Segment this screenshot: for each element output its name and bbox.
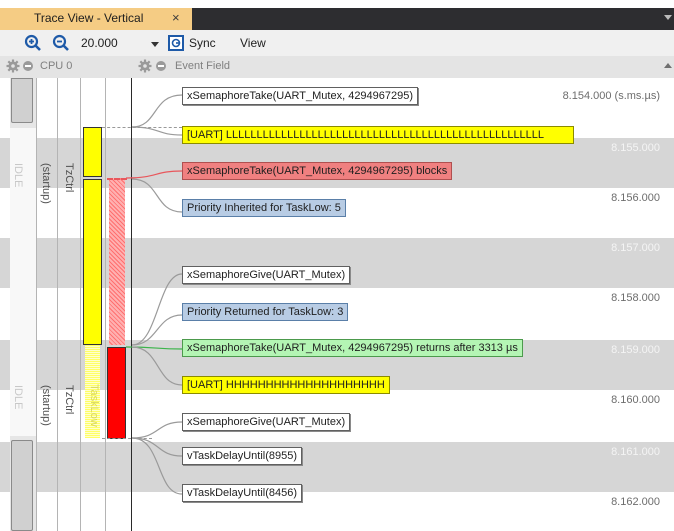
time-label: 8.161.000 bbox=[611, 446, 660, 458]
view-menu[interactable]: View bbox=[240, 36, 266, 50]
time-label: 8.154.000 (s.ms.µs) bbox=[562, 90, 660, 102]
time-label: 8.155.000 bbox=[611, 142, 660, 154]
collapse-icon[interactable] bbox=[156, 61, 166, 71]
tab-overflow-icon[interactable] bbox=[664, 15, 672, 20]
time-label: 8.162.000 bbox=[611, 496, 660, 508]
event-label[interactable]: xSemaphoreTake(UART_Mutex, 4294967295) r… bbox=[182, 339, 523, 357]
tab-trace-view-vertical[interactable]: Trace View - Vertical × bbox=[0, 8, 192, 30]
event-field-column-label: Event Field bbox=[175, 60, 231, 72]
gear-icon[interactable] bbox=[138, 59, 152, 73]
close-icon[interactable]: × bbox=[172, 10, 180, 25]
time-label: 8.160.000 bbox=[611, 394, 660, 406]
event-label[interactable]: xSemaphoreTake(UART_Mutex, 4294967295) bbox=[182, 87, 419, 105]
dropdown-arrow-icon[interactable] bbox=[151, 42, 159, 47]
zoom-out-icon[interactable] bbox=[52, 34, 70, 52]
event-label[interactable]: Priority Returned for TaskLow: 3 bbox=[182, 303, 349, 321]
event-label[interactable]: Priority Inherited for TaskLow: 5 bbox=[182, 199, 346, 217]
sync-button[interactable]: Sync bbox=[189, 36, 216, 50]
time-label: 8.156.000 bbox=[611, 192, 660, 204]
toolbar: 20.000 Sync View bbox=[0, 30, 674, 57]
event-label[interactable]: xSemaphoreGive(UART_Mutex) bbox=[182, 413, 351, 431]
time-label: 8.159.000 bbox=[611, 344, 660, 356]
scroll-up-icon[interactable] bbox=[664, 63, 672, 68]
document-tab-strip: Trace View - Vertical × bbox=[0, 0, 674, 30]
event-label[interactable]: vTaskDelayUntil(8955) bbox=[182, 447, 303, 465]
gear-icon[interactable] bbox=[6, 59, 20, 73]
zoom-in-icon[interactable] bbox=[24, 34, 42, 52]
tab-strip-background bbox=[192, 8, 674, 30]
time-label: 8.158.000 bbox=[611, 292, 660, 304]
event-label[interactable]: xSemaphoreGive(UART_Mutex) bbox=[182, 266, 351, 284]
tab-title: Trace View - Vertical bbox=[34, 11, 144, 25]
time-label: 8.157.000 bbox=[611, 242, 660, 254]
event-label[interactable]: xSemaphoreTake(UART_Mutex, 4294967295) b… bbox=[182, 162, 453, 180]
collapse-icon[interactable] bbox=[23, 61, 33, 71]
event-label[interactable]: [UART] HHHHHHHHHHHHHHHHHHHH bbox=[182, 376, 390, 394]
zoom-level-field[interactable]: 20.000 bbox=[81, 36, 118, 50]
event-label[interactable]: [UART] LLLLLLLLLLLLLLLLLLLLLLLLLLLLLLLLL… bbox=[182, 126, 574, 144]
event-label[interactable]: vTaskDelayUntil(8456) bbox=[182, 484, 303, 502]
trace-view[interactable]: IDLE (startup) TzCtrl IDLE (startup) TzC… bbox=[0, 78, 674, 531]
column-header: CPU 0 Event Field bbox=[0, 56, 674, 79]
cpu-column-label: CPU 0 bbox=[40, 60, 73, 72]
sync-icon[interactable] bbox=[167, 34, 185, 52]
